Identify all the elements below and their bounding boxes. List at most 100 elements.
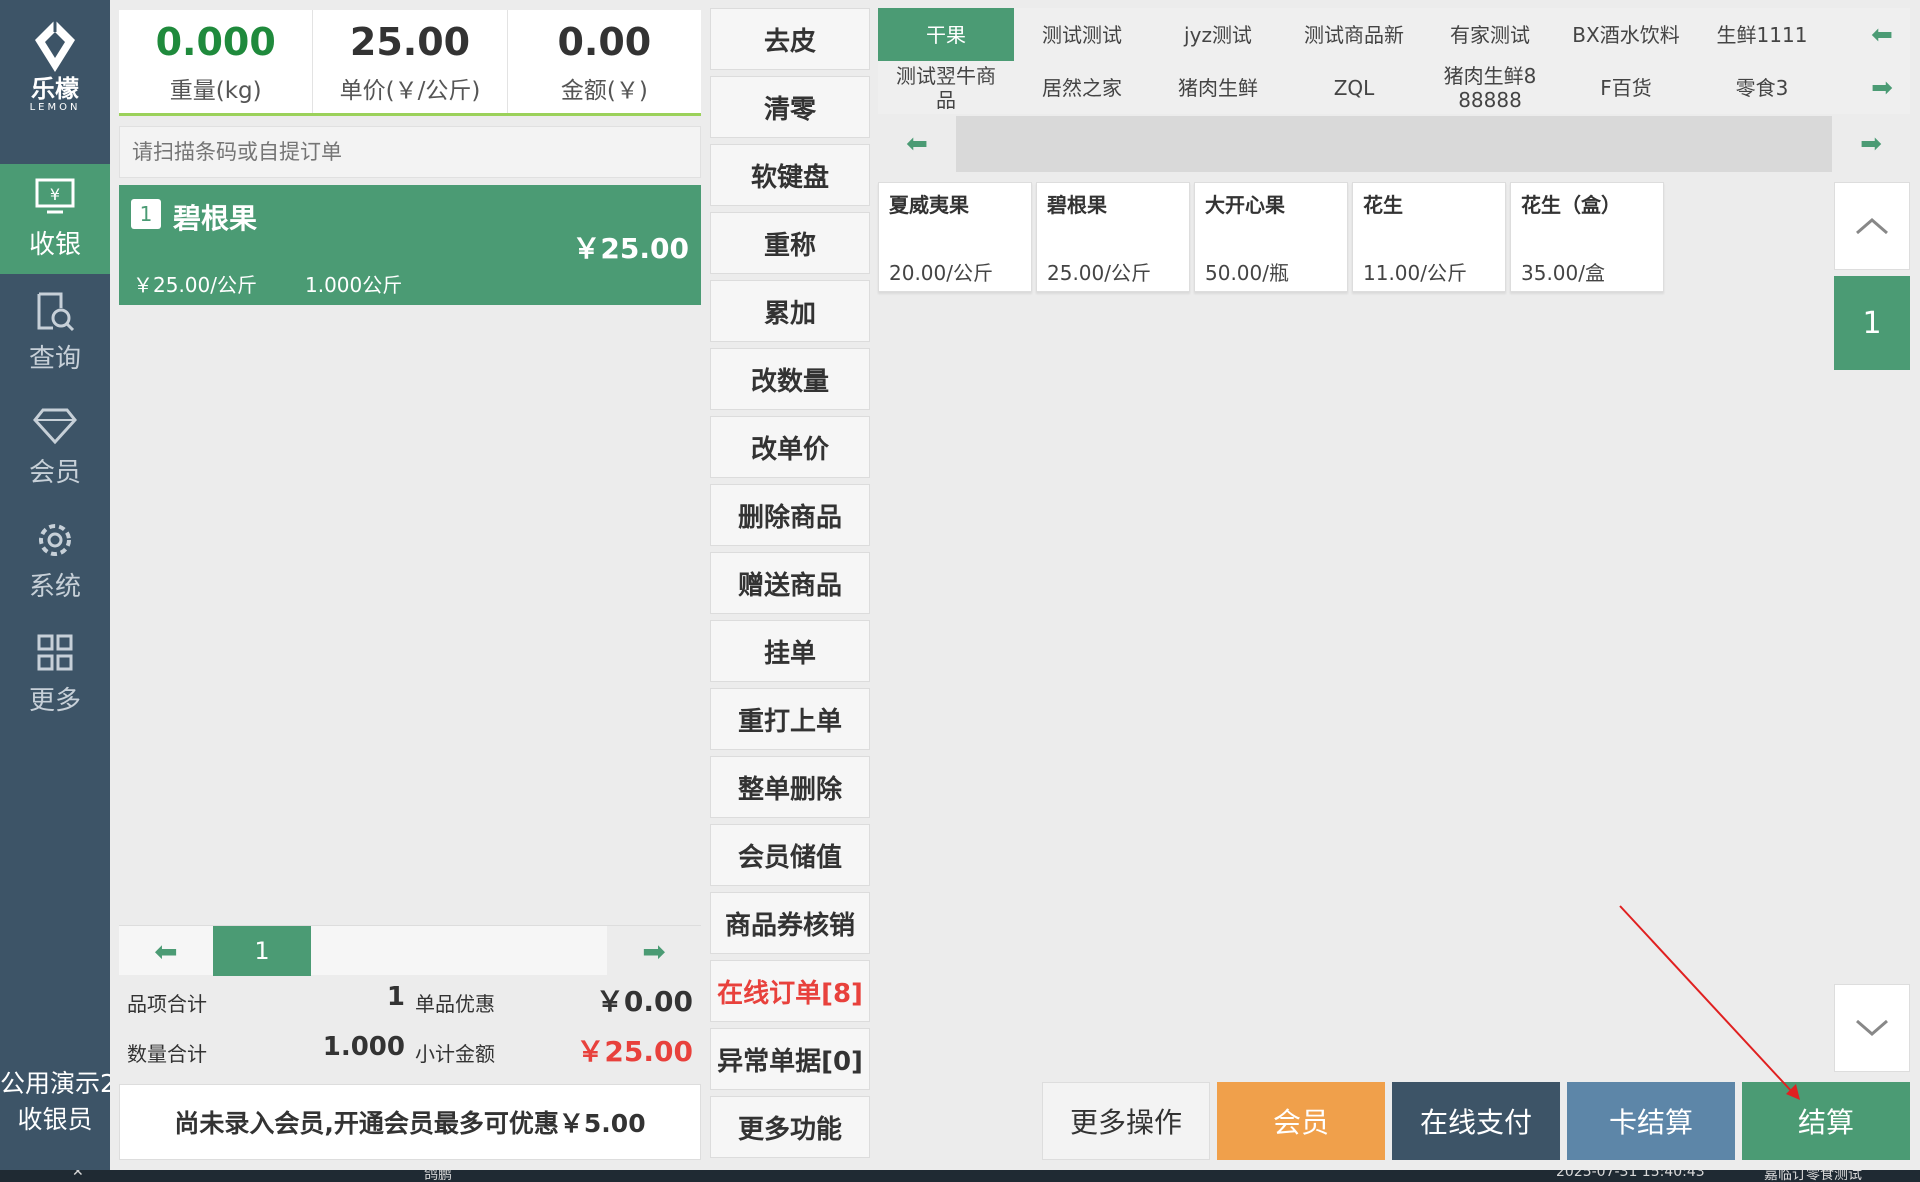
tab-category[interactable]: 猪肉生鲜 — [1150, 61, 1286, 114]
tab-category[interactable]: 零食3 — [1694, 61, 1830, 114]
nav-item-system[interactable]: 系统 — [0, 506, 110, 616]
order-prev-page-button[interactable]: ⬅ — [119, 926, 213, 976]
tab-category[interactable]: 测试翌牛商品 — [878, 61, 1014, 114]
member-button[interactable]: 会员 — [1217, 1082, 1385, 1160]
online-orders-button[interactable]: 在线订单[8] — [710, 960, 870, 1022]
chevron-up-icon — [1856, 218, 1888, 235]
unit-price-display: 25.00 单价(￥/公斤) — [313, 10, 508, 113]
order-item[interactable]: 1 碧根果 ￥25.00 ￥25.00/公斤 1.000公斤 — [119, 185, 701, 305]
order-pager: ⬅ 1 ➡ — [119, 925, 701, 976]
order-summary: 品项合计 1 单品优惠 ￥0.00 数量合计 1.000 小计金额 ￥25.00 — [119, 976, 701, 1076]
order-item-name: 碧根果 — [173, 202, 258, 235]
product-card[interactable]: 花生（盒） 35.00/盒 — [1510, 182, 1664, 292]
product-card[interactable]: 夏威夷果 20.00/公斤 — [878, 182, 1032, 292]
category-prev-button[interactable]: ⬅ — [1854, 8, 1910, 61]
tab-category[interactable]: 干果 — [878, 8, 1014, 61]
amount-display: 0.00 金额(￥) — [508, 10, 701, 113]
amount-label: 金额(￥) — [560, 77, 648, 104]
unit-price-value: 25.00 — [349, 19, 471, 64]
order-list: 1 碧根果 ￥25.00 ￥25.00/公斤 1.000公斤 — [119, 185, 701, 925]
category-next-button[interactable]: ➡ — [1854, 61, 1910, 114]
product-scroll-up-button[interactable] — [1834, 182, 1910, 270]
reweigh-button[interactable]: 重称 — [710, 212, 870, 274]
nav-label: 会员 — [28, 457, 81, 488]
arrow-left-icon: ⬅ — [906, 129, 928, 159]
tab-category[interactable]: ZQL — [1286, 61, 1422, 114]
arrow-left-icon: ⬅ — [1871, 19, 1893, 50]
tab-category[interactable]: BX酒水饮料 — [1558, 8, 1694, 61]
weight-display: 0.000 重量(kg) — [119, 10, 314, 113]
gift-item-button[interactable]: 赠送商品 — [710, 552, 870, 614]
item-count-label: 品项合计 — [127, 992, 207, 1016]
change-quantity-button[interactable]: 改数量 — [710, 348, 870, 410]
nav-item-more[interactable]: 更多 — [0, 620, 110, 730]
order-next-page-button[interactable]: ➡ — [607, 926, 701, 976]
nav-label: 系统 — [28, 571, 81, 602]
accumulate-button[interactable]: 累加 — [710, 280, 870, 342]
reprint-last-button[interactable]: 重打上单 — [710, 688, 870, 750]
taskbar-store: 嘉临订零食测试 — [1764, 1170, 1862, 1182]
online-pay-button[interactable]: 在线支付 — [1392, 1082, 1560, 1160]
nav-label: 更多 — [28, 685, 81, 716]
delete-item-button[interactable]: 删除商品 — [710, 484, 870, 546]
more-functions-button[interactable]: 更多功能 — [710, 1096, 870, 1158]
taskbar-datetime: 2025-07-31 15:40:43 — [1556, 1170, 1705, 1180]
nav-item-cashier[interactable]: ¥ 收银 — [0, 164, 110, 274]
taskbar: ✕ 鸽鹏 2025-07-31 15:40:43 嘉临订零食测试 — [0, 1170, 1920, 1182]
arrow-right-icon: ➡ — [1860, 129, 1882, 159]
product-scroll-down-button[interactable] — [1834, 984, 1910, 1072]
cash-register-icon: ¥ — [35, 178, 75, 213]
svg-text:¥: ¥ — [50, 185, 60, 204]
hold-order-button[interactable]: 挂单 — [710, 620, 870, 682]
chevron-down-icon — [1856, 1019, 1888, 1036]
exception-orders-button[interactable]: 异常单据[0] — [710, 1028, 870, 1090]
tab-category[interactable]: 测试测试 — [1014, 8, 1150, 61]
product-card[interactable]: 大开心果 50.00/瓶 — [1194, 182, 1348, 292]
tab-category[interactable]: 生鲜1111 — [1694, 8, 1830, 61]
subcategory-next-button[interactable]: ➡ — [1832, 116, 1910, 172]
lemon-logo: 乐檬 LEMON — [0, 10, 110, 130]
tare-button[interactable]: 去皮 — [710, 8, 870, 70]
card-pay-button[interactable]: 卡结算 — [1567, 1082, 1735, 1160]
checkout-button[interactable]: 结算 — [1742, 1082, 1910, 1160]
qty-total-value: 1.000 — [322, 1032, 405, 1062]
amount-value: 0.00 — [557, 19, 652, 64]
zero-button[interactable]: 清零 — [710, 76, 870, 138]
product-name: 花生 — [1363, 193, 1403, 217]
summary-row-items: 品项合计 1 单品优惠 ￥0.00 — [119, 976, 701, 1026]
product-card[interactable]: 花生 11.00/公斤 — [1352, 182, 1506, 292]
product-name: 花生（盒） — [1521, 193, 1621, 217]
member-promo-banner[interactable]: 尚未录入会员,开通会员最多可优惠￥5.00 — [119, 1084, 701, 1160]
nav-item-member[interactable]: 会员 — [0, 392, 110, 502]
cashier-user: 公用演示2 收银员 — [0, 1066, 110, 1138]
subcategory-bar: ⬅ ➡ — [878, 116, 1910, 172]
user-role: 收银员 — [17, 1105, 93, 1134]
product-price: 20.00/公斤 — [889, 261, 993, 285]
category-tabs: 干果 测试测试 jyz测试 测试商品新 有家测试 BX酒水饮料 生鲜1111 ⬅… — [878, 8, 1910, 114]
tab-category[interactable]: jyz测试 — [1150, 8, 1286, 61]
coupon-redeem-button[interactable]: 商品券核销 — [710, 892, 870, 954]
barcode-input[interactable] — [119, 126, 701, 178]
tab-category[interactable]: 有家测试 — [1422, 8, 1558, 61]
close-icon[interactable]: ✕ — [72, 1170, 84, 1180]
product-price: 25.00/公斤 — [1047, 261, 1151, 285]
logo-text-cn: 乐檬 — [31, 75, 79, 103]
tab-category[interactable]: 猪肉生鲜888888 — [1422, 61, 1558, 114]
user-account: 公用演示2 — [0, 1069, 110, 1098]
tab-category[interactable]: F百货 — [1558, 61, 1694, 114]
discount-label: 单品优惠 — [415, 992, 495, 1016]
arrow-left-icon: ⬅ — [154, 934, 178, 968]
nav-item-query[interactable]: 查询 — [0, 278, 110, 388]
more-actions-button[interactable]: 更多操作 — [1042, 1082, 1210, 1160]
tab-category[interactable]: 测试商品新 — [1286, 8, 1422, 61]
member-recharge-button[interactable]: 会员储值 — [710, 824, 870, 886]
clear-order-button[interactable]: 整单删除 — [710, 756, 870, 818]
product-card[interactable]: 碧根果 25.00/公斤 — [1036, 182, 1190, 292]
soft-keyboard-button[interactable]: 软键盘 — [710, 144, 870, 206]
product-price: 11.00/公斤 — [1363, 261, 1467, 285]
search-document-icon — [37, 292, 75, 331]
change-price-button[interactable]: 改单价 — [710, 416, 870, 478]
unit-price-label: 单价(￥/公斤) — [339, 77, 481, 104]
subcategory-prev-button[interactable]: ⬅ — [878, 116, 956, 172]
tab-category[interactable]: 居然之家 — [1014, 61, 1150, 114]
